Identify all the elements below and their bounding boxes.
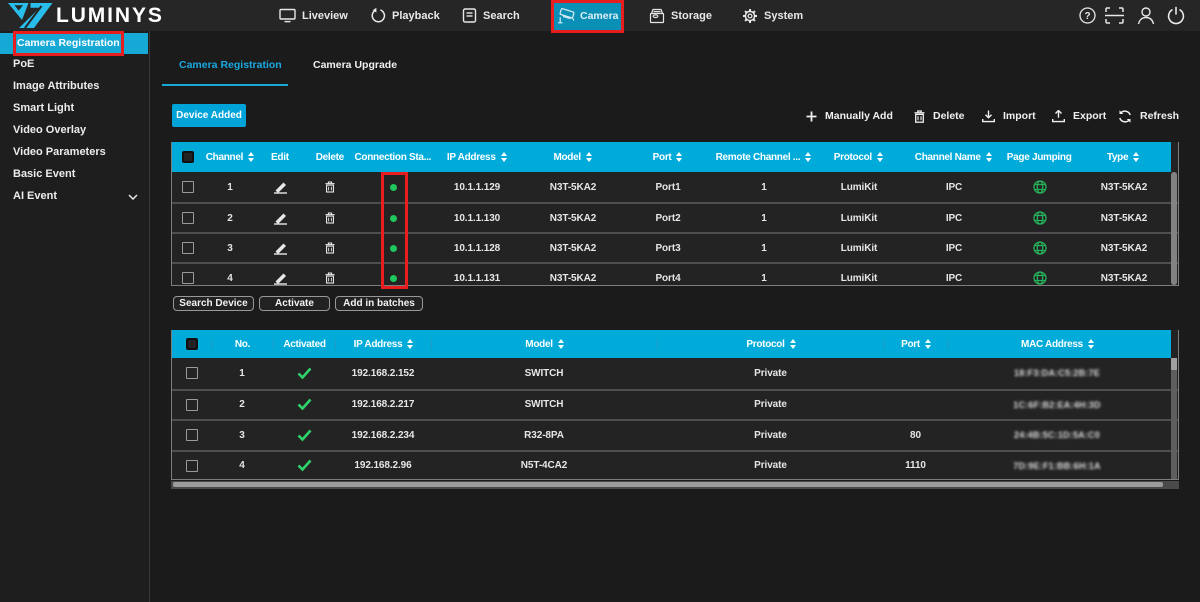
svg-text:?: ? [1084, 11, 1090, 22]
